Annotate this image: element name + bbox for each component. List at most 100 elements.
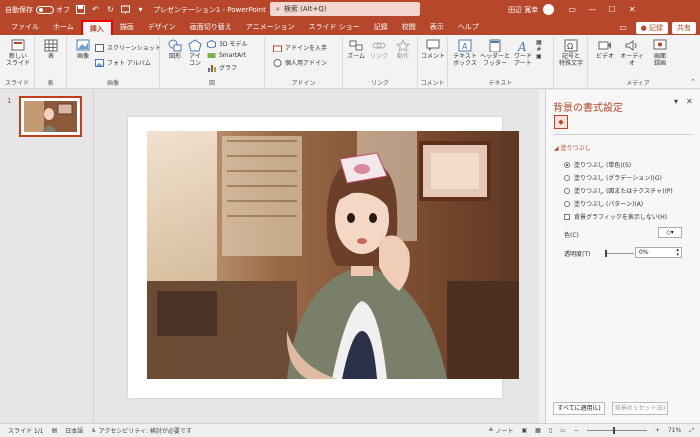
tab-record[interactable]: 記録 xyxy=(367,20,395,35)
fill-section-header[interactable]: ◢ 塗りつぶし xyxy=(554,143,591,152)
table-button[interactable]: 表 xyxy=(41,39,61,60)
3d-models-button[interactable]: 3D モデル xyxy=(207,39,247,48)
video-button[interactable]: ビデオ xyxy=(594,39,616,60)
photo-album-button[interactable]: フォト アルバム xyxy=(95,58,151,67)
avatar[interactable] xyxy=(543,4,555,15)
zoom-slider-handle[interactable] xyxy=(612,427,615,434)
zoom-level[interactable]: 71% xyxy=(668,427,681,434)
transparency-slider[interactable] xyxy=(605,250,634,257)
smartart-button[interactable]: SmartArt xyxy=(207,51,246,59)
transparency-input[interactable]: 0% ▴ ▾ xyxy=(635,247,682,258)
zoom-in-icon[interactable]: + xyxy=(655,427,660,434)
tab-animations[interactable]: アニメーション xyxy=(239,20,302,35)
group-media: ビデオ オーディオ 画面 録画 メディア xyxy=(588,37,688,87)
picture-fill-radio[interactable]: 塗りつぶし (図またはテクスチャ)(P) xyxy=(564,186,673,195)
color-picker-button[interactable]: ◇ ▾ xyxy=(658,227,682,238)
comments-icon[interactable]: ▭ xyxy=(619,23,628,32)
video-label: ビデオ xyxy=(595,53,614,60)
tab-slideshow[interactable]: スライド ショー xyxy=(302,20,367,35)
slide[interactable] xyxy=(128,117,519,398)
group-label-comments: コメント xyxy=(420,80,445,87)
object-icon[interactable]: ▣ xyxy=(536,53,542,60)
tab-home[interactable]: ホーム xyxy=(46,20,81,35)
new-slide-button[interactable]: 新しい スライド xyxy=(4,39,32,67)
accessibility-status[interactable]: ♿ アクセシビリティ: 検討が必要です xyxy=(91,426,192,435)
audio-button[interactable]: オーディオ xyxy=(619,39,645,67)
record-button[interactable]: ● 記録 xyxy=(635,21,668,34)
autosave-toggle[interactable]: 自動保存 オフ xyxy=(5,5,70,15)
solid-fill-radio[interactable]: 塗りつぶし (単色)(S) xyxy=(564,160,631,169)
spinner-icon[interactable]: ▴ ▾ xyxy=(676,248,679,258)
picture-fill-label: 塗りつぶし (図またはテクスチャ)(P) xyxy=(574,188,673,195)
normal-view-icon[interactable]: ▣ xyxy=(521,427,527,434)
notes-button[interactable]: ≙ ノート xyxy=(488,426,513,435)
customize-qat-icon[interactable]: ▾ xyxy=(136,5,145,14)
tab-file[interactable]: ファイル xyxy=(4,20,46,35)
save-icon[interactable] xyxy=(76,5,85,14)
gradient-fill-radio[interactable]: 塗りつぶし (グラデーション)(G) xyxy=(564,173,662,182)
slide-thumbnail[interactable] xyxy=(19,96,82,137)
tab-draw[interactable]: 描画 xyxy=(113,20,141,35)
fill-bucket-icon[interactable]: ◆ xyxy=(554,115,568,129)
spellcheck-icon[interactable]: ▤ xyxy=(52,427,58,434)
ribbon: 新しい スライド スライド 表 表 画像 スクリーンショット フォト アルバム … xyxy=(0,35,700,89)
screen-recording-button[interactable]: 画面 録画 xyxy=(648,39,672,67)
slideshow-view-icon[interactable]: ▭ xyxy=(560,427,566,434)
table-label: 表 xyxy=(47,53,54,60)
search-input[interactable]: ⌕ 検索 (Alt+Q) xyxy=(270,2,420,16)
link-button[interactable]: リンク xyxy=(369,39,389,60)
hide-graphics-checkbox[interactable]: 背景グラフィックを表示しない(H) xyxy=(564,212,667,221)
tab-transitions[interactable]: 画面切り替え xyxy=(183,20,239,35)
symbols-button[interactable]: Ω 記号と 特殊文字 xyxy=(557,39,585,67)
picture-icon xyxy=(76,39,90,51)
apply-to-all-button[interactable]: すべてに適用(L) xyxy=(553,402,605,415)
images-button[interactable]: 画像 xyxy=(72,39,94,60)
tab-design[interactable]: デザイン xyxy=(141,20,183,35)
chart-button[interactable]: グラフ xyxy=(207,63,237,72)
omega-icon: Ω xyxy=(564,39,578,52)
slider-handle[interactable] xyxy=(605,250,607,257)
action-button[interactable]: 動作 xyxy=(393,39,413,60)
ribbon-tabs: ファイル ホーム 挿入 描画 デザイン 画面切り替え アニメーション スライド … xyxy=(0,19,700,35)
slide-number-icon[interactable]: # xyxy=(536,46,541,53)
share-button[interactable]: 共有 xyxy=(672,21,696,34)
fit-to-window-icon[interactable]: ⤢ xyxy=(689,427,694,435)
pane-options-icon[interactable]: ▾ xyxy=(674,97,678,106)
zoom-out-icon[interactable]: − xyxy=(574,427,579,434)
redo-icon[interactable]: ↻ xyxy=(106,5,115,14)
minimize-icon[interactable]: — xyxy=(582,5,602,14)
maximize-icon[interactable]: ☐ xyxy=(602,5,622,14)
zoom-slider[interactable] xyxy=(586,427,647,434)
textbox-button[interactable]: A テキスト ボックス xyxy=(452,39,478,67)
slide-sorter-icon[interactable]: ▦ xyxy=(535,427,541,434)
reading-view-icon[interactable]: ▯ xyxy=(549,427,552,434)
slide-photo[interactable] xyxy=(147,131,519,379)
toggle-switch[interactable] xyxy=(36,5,54,14)
icons-icon xyxy=(188,39,202,52)
get-addins-button[interactable]: アドインを入手 xyxy=(273,43,327,52)
zoom-button[interactable]: ズーム xyxy=(345,39,367,60)
user-name[interactable]: 田辺 寛幸 xyxy=(508,5,538,15)
tab-review[interactable]: 校閲 xyxy=(395,20,423,35)
date-time-icon[interactable]: ▦ xyxy=(536,39,542,46)
present-icon[interactable] xyxy=(121,5,130,14)
icons-button[interactable]: アイ コン xyxy=(186,39,204,67)
tab-view[interactable]: 表示 xyxy=(423,20,451,35)
close-icon[interactable]: ✕ xyxy=(622,5,642,14)
reset-background-button[interactable]: 背景のリセット(B) xyxy=(612,402,668,415)
tab-insert[interactable]: 挿入 xyxy=(80,20,113,35)
personal-addins-button[interactable]: 個人用アドイン xyxy=(273,58,327,67)
collapse-ribbon-icon[interactable]: ⌃ xyxy=(690,78,696,86)
comment-button[interactable]: コメント xyxy=(421,39,445,60)
ribbon-display-icon[interactable]: ▭ xyxy=(562,5,582,14)
undo-icon[interactable]: ↶ xyxy=(91,5,100,14)
close-pane-icon[interactable]: ✕ xyxy=(686,97,693,106)
tab-help[interactable]: ヘルプ xyxy=(451,20,486,35)
header-footer-button[interactable]: ヘッダーと フッター xyxy=(480,39,510,67)
screenshot-button[interactable]: スクリーンショット xyxy=(95,43,161,52)
shapes-button[interactable]: 図形 xyxy=(166,39,184,60)
language-indicator[interactable]: 日本語 xyxy=(65,426,83,435)
icons-label: アイ コン xyxy=(188,53,201,67)
wordart-button[interactable]: A ワード アート xyxy=(512,39,534,67)
pattern-fill-radio[interactable]: 塗りつぶし (パターン)(A) xyxy=(564,199,643,208)
